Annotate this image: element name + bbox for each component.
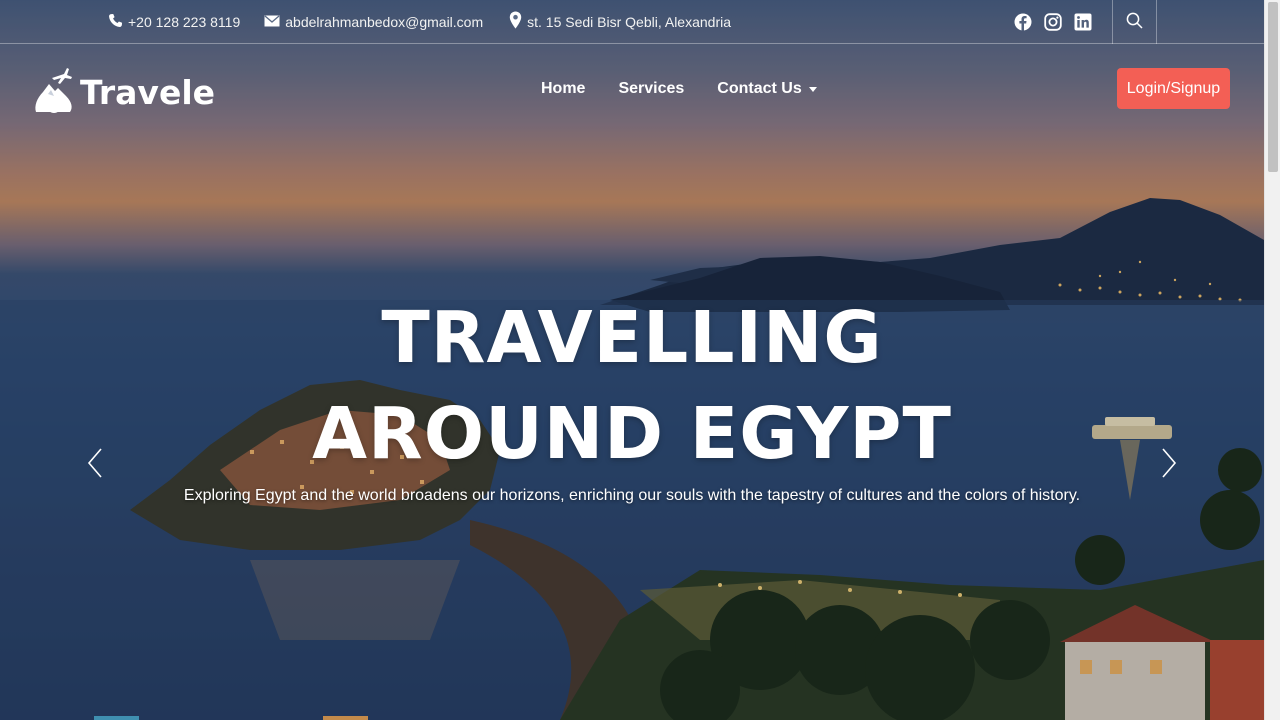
page-scrollbar[interactable] (1264, 0, 1280, 720)
carousel-prev-button[interactable] (85, 447, 105, 484)
chevron-right-icon (1161, 447, 1177, 484)
main-navbar: Travele Home Services Contact Us Login/S… (0, 44, 1264, 136)
search-icon (1126, 12, 1143, 32)
instagram-icon[interactable] (1044, 13, 1062, 31)
nav-link-contact-us[interactable]: Contact Us (717, 80, 817, 98)
scrollbar-thumb[interactable] (1268, 2, 1278, 172)
carousel-indicator[interactable] (323, 716, 368, 720)
location-pin-icon (509, 11, 527, 32)
nav-menu: Home Services Contact Us (541, 80, 850, 98)
logo-text: Travele (80, 73, 216, 112)
nav-link-label: Home (541, 80, 586, 97)
search-button[interactable] (1112, 0, 1157, 44)
carousel-indicator[interactable] (94, 716, 139, 720)
email-info[interactable]: abdelrahmanbedox@gmail.com (264, 14, 483, 30)
nav-link-label: Services (618, 80, 685, 97)
hero-subtitle: Exploring Egypt and the world broadens o… (183, 487, 1081, 504)
mail-icon (264, 14, 285, 30)
mountain-plane-logo-icon (34, 66, 74, 119)
address-info[interactable]: st. 15 Sedi Bisr Qebli, Alexandria (509, 11, 731, 32)
headline-line-2: AROUND EGYPT (312, 392, 952, 475)
login-signup-button[interactable]: Login/Signup (1117, 68, 1230, 109)
chevron-left-icon (87, 447, 103, 484)
carousel-next-button[interactable] (1159, 447, 1179, 484)
nav-link-label: Contact Us (717, 80, 802, 97)
hero-headline: TRAVELLING AROUND EGYPT (0, 290, 1264, 482)
phone-number: +20 128 223 8119 (128, 13, 241, 30)
email-address: abdelrahmanbedox@gmail.com (285, 13, 484, 30)
nav-link-home[interactable]: Home (541, 80, 585, 98)
top-info-bar: +20 128 223 8119 abdelrahmanbedox@gmail.… (0, 0, 1264, 44)
phone-icon (108, 13, 128, 31)
nav-link-services[interactable]: Services (618, 80, 684, 98)
caret-down-icon (808, 86, 817, 92)
headline-line-1: TRAVELLING (381, 296, 883, 379)
facebook-icon[interactable] (1014, 13, 1032, 31)
social-links (1014, 0, 1104, 44)
site-logo[interactable]: Travele (34, 66, 215, 119)
linkedin-icon[interactable] (1074, 13, 1092, 31)
phone-info[interactable]: +20 128 223 8119 (108, 13, 240, 31)
address-text: st. 15 Sedi Bisr Qebli, Alexandria (527, 13, 732, 30)
contact-info: +20 128 223 8119 abdelrahmanbedox@gmail.… (108, 11, 755, 32)
